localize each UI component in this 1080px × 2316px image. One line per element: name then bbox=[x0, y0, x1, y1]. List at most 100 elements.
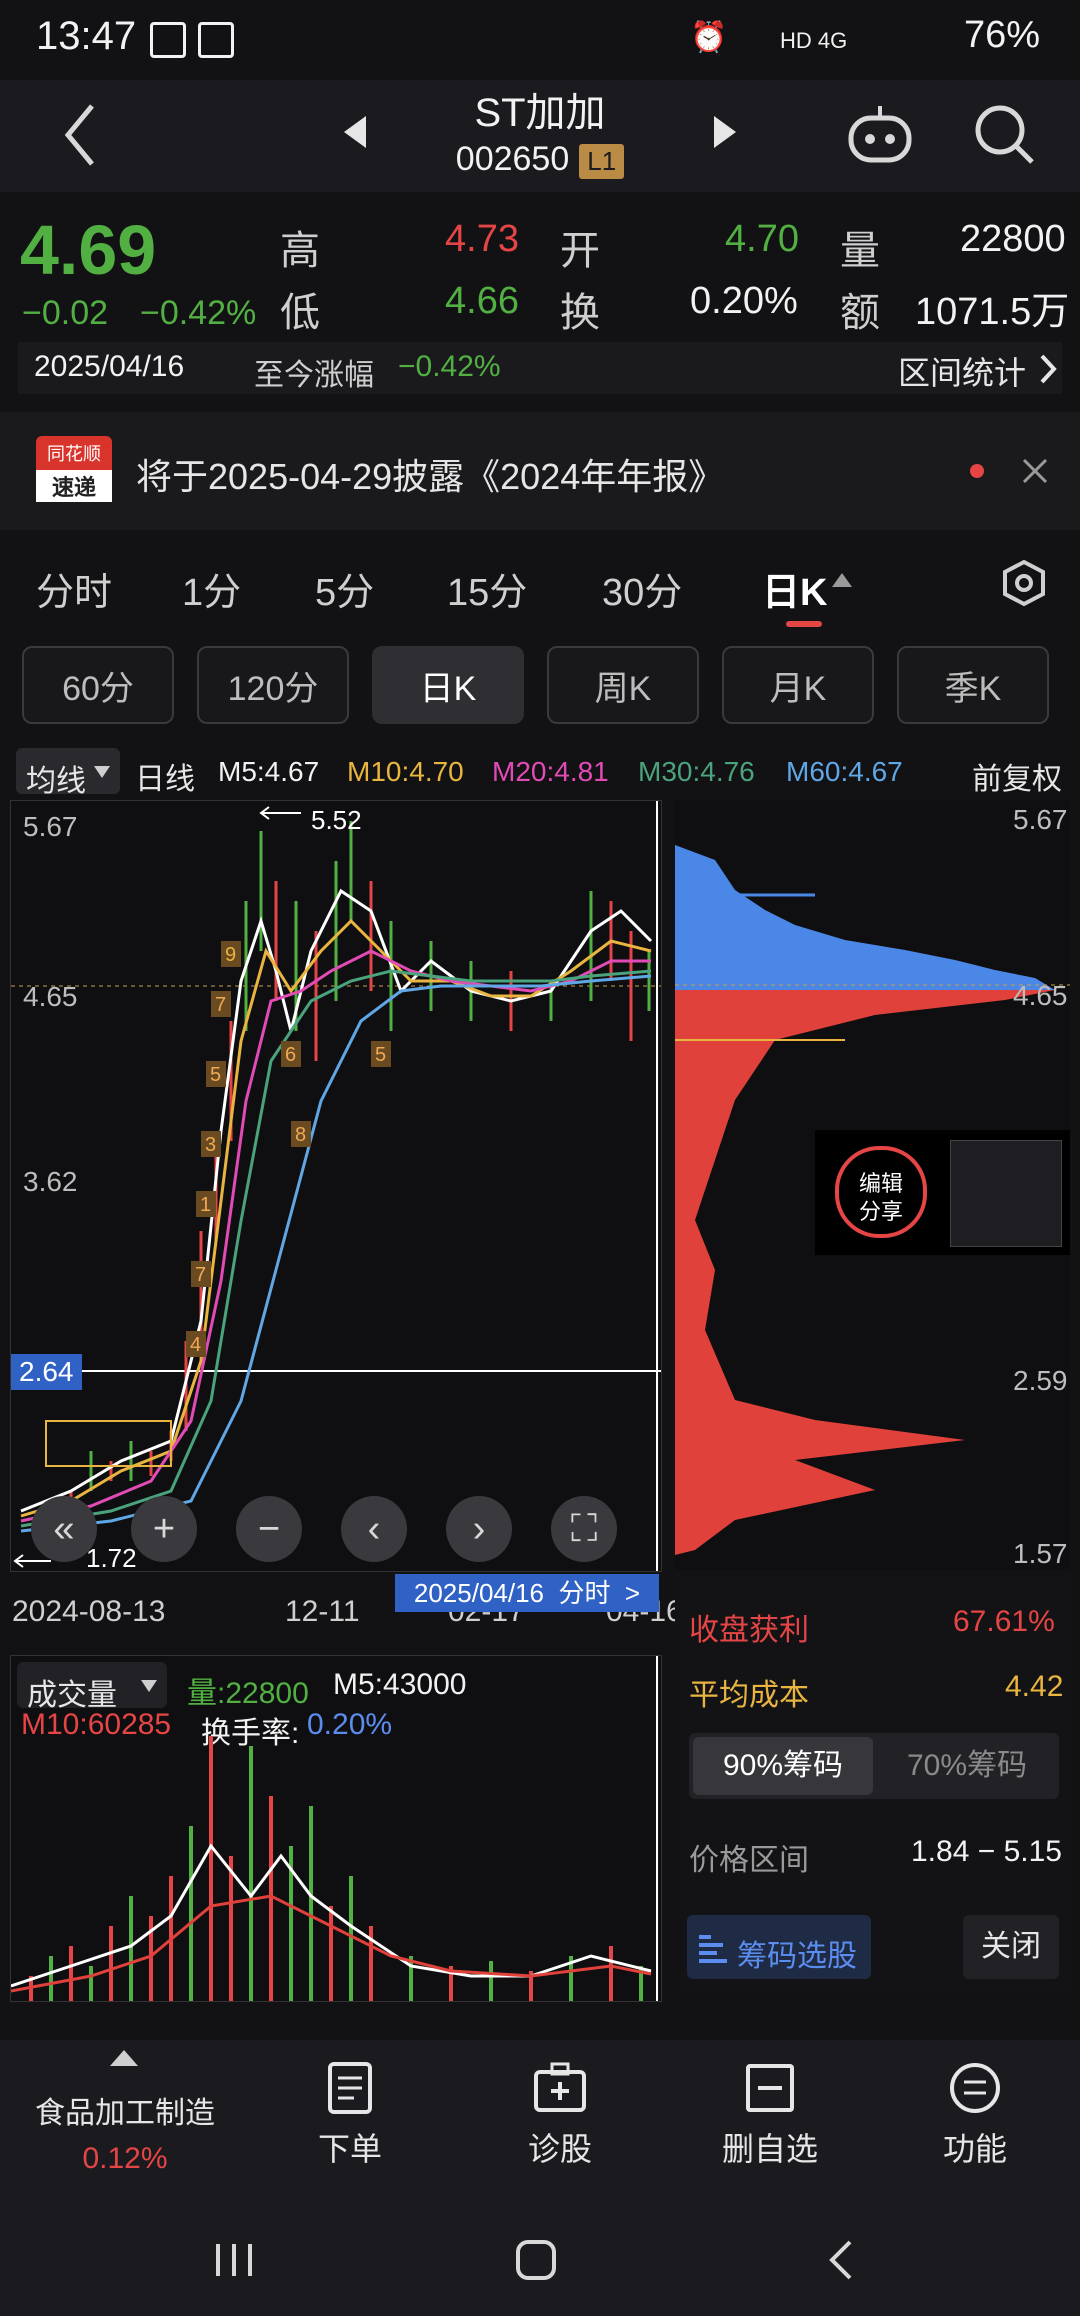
current-price: 4.69 bbox=[20, 211, 157, 289]
recent-apps-icon[interactable] bbox=[212, 2240, 256, 2280]
screenshot-thumbnail[interactable] bbox=[950, 1140, 1062, 1247]
notice-banner[interactable]: 同花顺 速递 将于2025-04-29披露《2024年年报》 bbox=[0, 412, 1080, 530]
ma-selector-label: 均线 bbox=[26, 765, 86, 798]
system-navigation bbox=[0, 2200, 1080, 2316]
chip-tab-70[interactable]: 70%筹码 bbox=[879, 1737, 1055, 1795]
profit-value: 67.61% bbox=[953, 1605, 1055, 1638]
level-badge: L1 bbox=[579, 144, 625, 179]
period-tabs: 分时 1分 5分 15分 30分 日K bbox=[0, 535, 1080, 635]
nav-order[interactable]: 下单 bbox=[290, 2060, 410, 2170]
since-label: 至今涨幅 bbox=[254, 359, 374, 392]
home-icon[interactable] bbox=[514, 2238, 558, 2282]
chip-tab-90[interactable]: 90%筹码 bbox=[693, 1737, 873, 1795]
avg-cost-label: 平均成本 bbox=[689, 1679, 809, 1712]
edit-share-line2: 分享 bbox=[858, 1199, 903, 1224]
interval-stats-link[interactable]: 区间统计 bbox=[898, 348, 1026, 394]
nav-diagnose[interactable]: 诊股 bbox=[500, 2060, 620, 2170]
zoom-out-button[interactable]: − bbox=[236, 1496, 302, 1562]
news-logo: 同花顺 速递 bbox=[36, 436, 112, 502]
close-chip-button[interactable]: 关闭 bbox=[963, 1915, 1059, 1979]
nav-remove-favorite-label: 删自选 bbox=[721, 2131, 818, 2167]
battery-level: 76% bbox=[963, 14, 1040, 56]
notice-text[interactable]: 将于2025-04-29披露《2024年年报》 bbox=[136, 448, 724, 500]
tab-intraday[interactable]: 分时 bbox=[36, 561, 112, 616]
subtab-daily-k[interactable]: 日K bbox=[372, 646, 524, 724]
sector-name[interactable]: 食品加工制造 bbox=[30, 2088, 220, 2132]
tab-daily-k[interactable]: 日K bbox=[762, 561, 827, 616]
nav-functions[interactable]: 功能 bbox=[915, 2060, 1035, 2170]
chip-select-button[interactable]: 筹码选股 bbox=[687, 1915, 871, 1979]
settings-hexagon-icon[interactable] bbox=[1000, 559, 1048, 607]
image-icon bbox=[198, 22, 234, 58]
edit-share-button[interactable]: 编辑 分享 bbox=[835, 1146, 927, 1238]
bottom-toolbar: 食品加工制造 0.12% 下单 诊股 删自选 功能 bbox=[0, 2040, 1080, 2200]
scroll-left-button[interactable]: ‹ bbox=[341, 1496, 407, 1562]
interval-row[interactable]: 2025/04/16 至今涨幅 −0.42% 区间统计 bbox=[18, 342, 1062, 394]
kline-canvas: 9 7 5 3 1 7 4 6 8 5 bbox=[11, 801, 661, 1571]
ma-selector[interactable]: 均线 bbox=[16, 748, 120, 798]
close-icon[interactable] bbox=[1020, 456, 1050, 486]
caret-up-icon bbox=[110, 2050, 138, 2066]
tab-1min[interactable]: 1分 bbox=[182, 561, 241, 616]
caret-up-icon bbox=[832, 573, 852, 587]
scroll-left-fast-button[interactable]: « bbox=[31, 1496, 97, 1562]
subtab-120min[interactable]: 120分 bbox=[197, 646, 349, 724]
svg-text:5: 5 bbox=[210, 1064, 221, 1086]
crosshair-date-popup[interactable]: 2025/04/16 分时 > bbox=[395, 1574, 659, 1612]
robot-assistant-icon[interactable] bbox=[845, 102, 915, 168]
next-stock-icon[interactable] bbox=[710, 112, 740, 152]
tab-5min[interactable]: 5分 bbox=[315, 561, 374, 616]
svg-text:5: 5 bbox=[375, 1044, 386, 1066]
low-marker: 1.72 bbox=[86, 1543, 137, 1573]
chip-y-mid: 4.65 bbox=[1013, 980, 1068, 1011]
turnover-value: 0.20% bbox=[690, 280, 798, 322]
amount-value: 1071.5万 bbox=[915, 291, 1070, 333]
share-popup[interactable]: 编辑 分享 bbox=[815, 1130, 1070, 1255]
range-label: 价格区间 bbox=[689, 1844, 809, 1877]
tab-30min[interactable]: 30分 bbox=[602, 561, 682, 616]
nav-functions-label: 功能 bbox=[942, 2131, 1007, 2167]
subtab-60min[interactable]: 60分 bbox=[22, 646, 174, 724]
x-label-mid: 12-11 bbox=[285, 1595, 360, 1628]
chip-y-top: 5.67 bbox=[1013, 804, 1068, 835]
subtab-monthly-k[interactable]: 月K bbox=[722, 646, 874, 724]
fullscreen-button[interactable]: ⛶ bbox=[551, 1496, 617, 1562]
dropdown-caret-icon bbox=[94, 766, 110, 778]
ma-kind: 日线 bbox=[135, 763, 195, 796]
nav-order-label: 下单 bbox=[317, 2131, 382, 2167]
volume-chart[interactable]: 成交量 量:22800 M5:43000 M10:60285 换手率: 0.20… bbox=[10, 1655, 662, 2002]
profit-label: 收盘获利 bbox=[689, 1614, 809, 1647]
scroll-right-button[interactable]: › bbox=[446, 1496, 512, 1562]
svg-text:8: 8 bbox=[295, 1124, 306, 1146]
svg-text:7: 7 bbox=[195, 1264, 206, 1286]
ma10-label: M10:4.70 bbox=[347, 756, 464, 787]
svg-text:9: 9 bbox=[225, 944, 236, 966]
ma30-label: M30:4.76 bbox=[638, 756, 755, 787]
turnover-label: 换 bbox=[560, 291, 600, 335]
open-value: 4.70 bbox=[725, 218, 799, 260]
subtab-quarterly-k[interactable]: 季K bbox=[897, 646, 1049, 724]
interval-date: 2025/04/16 bbox=[34, 350, 185, 383]
high-label: 高 bbox=[280, 229, 320, 273]
since-value: −0.42% bbox=[398, 350, 501, 383]
order-sheet-icon bbox=[328, 2062, 372, 2114]
high-marker: 5.52 bbox=[311, 805, 362, 835]
low-value: 4.66 bbox=[445, 280, 519, 322]
volume-value: 22800 bbox=[960, 218, 1066, 260]
logo-bottom: 速递 bbox=[36, 470, 112, 502]
nav-remove-favorite[interactable]: 删自选 bbox=[705, 2060, 835, 2170]
search-icon[interactable] bbox=[970, 100, 1040, 170]
range-value: 1.84 − 5.15 bbox=[911, 1835, 1062, 1868]
back-icon[interactable] bbox=[826, 2238, 856, 2282]
ma60-label: M60:4.67 bbox=[786, 756, 903, 787]
subtab-weekly-k[interactable]: 周K bbox=[547, 646, 699, 724]
adjust-mode[interactable]: 前复权 bbox=[972, 754, 1062, 798]
sector-change: 0.12% bbox=[82, 2142, 168, 2175]
zoom-in-button[interactable]: + bbox=[131, 1496, 197, 1562]
svg-text:6: 6 bbox=[285, 1044, 296, 1066]
tab-15min[interactable]: 15分 bbox=[447, 561, 527, 616]
kline-chart[interactable]: 9 7 5 3 1 7 4 6 8 5 5.67 4.65 3.62 2.64 … bbox=[10, 800, 662, 1573]
list-bars-icon bbox=[699, 1935, 727, 1963]
price-change: −0.02 bbox=[22, 294, 109, 332]
avg-cost-value: 4.42 bbox=[1005, 1670, 1064, 1703]
